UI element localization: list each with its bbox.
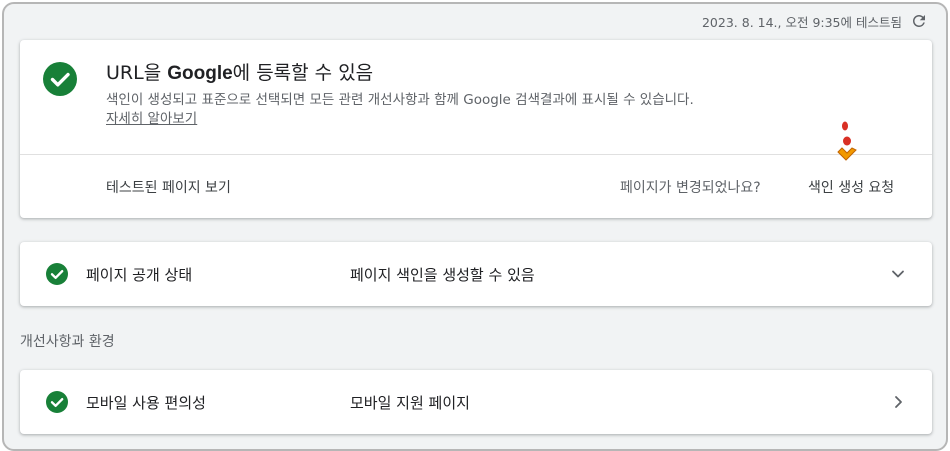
app-frame: 2023. 8. 14., 오전 9:35에 테스트됨 URL을 Google에… (2, 2, 948, 451)
description-text: 색인이 생성되고 표준으로 선택되면 모든 관련 개선사항과 함께 Google… (106, 92, 694, 108)
page-title: URL을 Google에 등록할 수 있음 (106, 58, 373, 85)
page-availability-row[interactable]: 페이지 공개 상태 페이지 색인을 생성할 수 있음 (20, 242, 932, 306)
check-circle-icon (43, 62, 77, 96)
section-heading: 개선사항과 환경 (20, 334, 115, 350)
request-indexing-button[interactable]: 색인 생성 요청 (808, 177, 894, 197)
title-prefix: URL을 (106, 62, 168, 84)
card-divider (20, 154, 932, 155)
chevron-right-icon[interactable] (888, 392, 908, 412)
title-brand: Google (167, 63, 233, 84)
row-label: 모바일 사용 편의성 (86, 394, 206, 412)
refresh-icon[interactable] (910, 12, 928, 30)
row-value: 페이지 색인을 생성할 수 있음 (350, 266, 535, 284)
title-suffix: 에 등록할 수 있음 (232, 62, 374, 84)
mobile-usability-row[interactable]: 모바일 사용 편의성 모바일 지원 페이지 (20, 370, 932, 434)
row-value: 모바일 지원 페이지 (350, 394, 470, 412)
test-status-bar: 2023. 8. 14., 오전 9:35에 테스트됨 (702, 10, 928, 32)
check-circle-icon (46, 263, 68, 285)
indexing-status-card: URL을 Google에 등록할 수 있음 색인이 생성되고 표준으로 선택되면… (20, 40, 932, 218)
tested-timestamp: 2023. 8. 14., 오전 9:35에 테스트됨 (701, 14, 902, 30)
page-changed-question: 페이지가 변경되었나요? (620, 180, 761, 196)
chevron-down-icon[interactable] (888, 264, 908, 284)
view-tested-page-button[interactable]: 테스트된 페이지 보기 (106, 177, 231, 197)
learn-more-link[interactable]: 자세히 알아보기 (106, 111, 197, 127)
cursor-arrow-icon (837, 121, 857, 161)
status-description: 색인이 생성되고 표준으로 선택되면 모든 관련 개선사항과 함께 Google… (106, 91, 696, 129)
row-label: 페이지 공개 상태 (86, 266, 193, 284)
check-circle-icon (46, 391, 68, 413)
